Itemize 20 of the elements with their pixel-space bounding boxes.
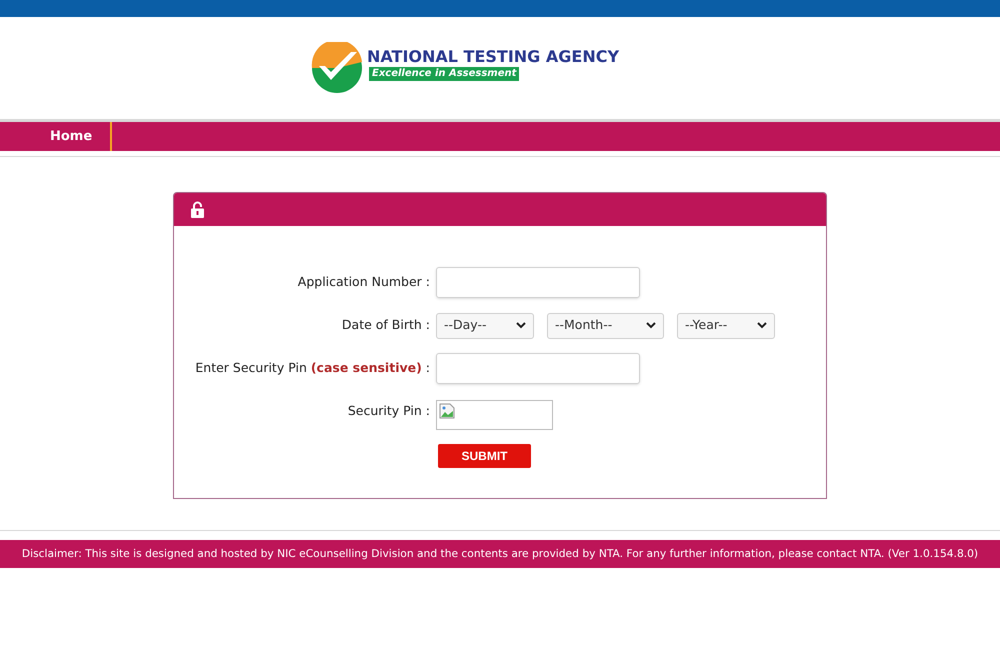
field-label: Application Number : [296,273,431,292]
input-field[interactable] [436,353,640,384]
disclaimer-bar: Disclaimer: This site is designed and hosted by NIC eCounselling Division and the contents are provided by NTA. For any further information, please contact NTA. (Ver 1.0.154.8.0) [0,540,1000,568]
logo-tagline: Excellence in Assessment [369,67,520,81]
broken-image-icon [439,402,455,418]
dropdown[interactable]: --Year-- [677,312,775,338]
input-field[interactable] [436,267,640,298]
field-label: Date of Birth : [340,316,431,334]
field-label: Security Pin : [346,402,431,420]
logo-title: NATIONAL TESTING AGENCY [367,47,620,67]
chevron-icon [646,322,656,329]
dropdown[interactable]: --Month-- [547,312,664,338]
lock-icon [191,201,204,218]
chevron-icon [516,322,526,329]
submit-button[interactable]: SUBMIT [438,444,531,468]
dropdown[interactable]: --Day-- [436,312,534,338]
chevron-icon [757,322,767,329]
nav-link[interactable]: Home [32,122,112,151]
field-label: Enter Security Pin (case sensitive) : [194,359,431,378]
logo-icon [311,42,363,94]
